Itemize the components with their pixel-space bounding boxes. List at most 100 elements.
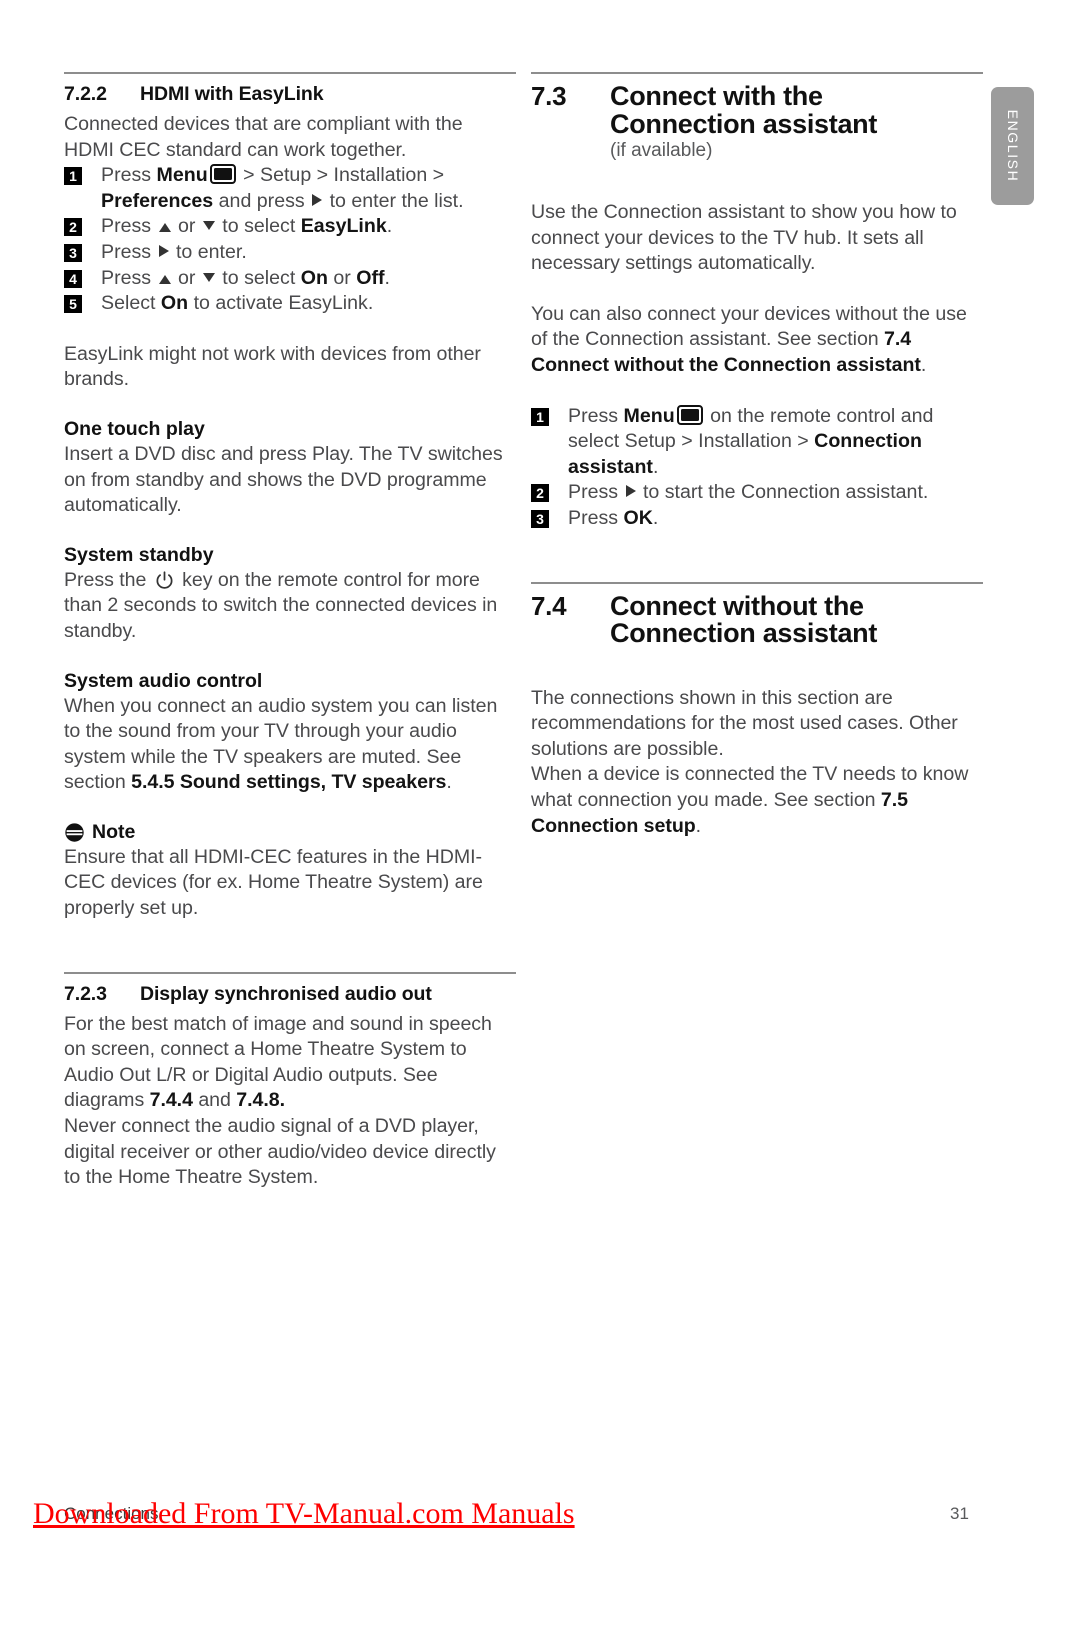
section-divider-723 xyxy=(64,971,516,974)
step-bold: On xyxy=(300,266,328,289)
step-badge: 3 xyxy=(531,510,549,528)
step-text: Press xyxy=(101,164,157,187)
heading-7-3: 7.3 Connect with the Connection assistan… xyxy=(531,81,983,139)
step-badge: 1 xyxy=(531,407,549,426)
paragraph-74-a: The connections shown in this section ar… xyxy=(531,686,958,760)
heading-title: Connect without the Connection assistant xyxy=(610,590,983,649)
step-text: to enter. xyxy=(170,240,247,263)
step-text: Press xyxy=(568,404,624,427)
paragraph-bold: Connect without the Connection assistant xyxy=(531,354,921,377)
list-item: 1 Press Menu on the remote control and se… xyxy=(531,404,983,481)
heading-title: HDMI with EasyLink xyxy=(140,83,324,105)
note-label: Note xyxy=(92,820,136,843)
arrow-up-icon xyxy=(158,223,171,233)
step-bold: On xyxy=(160,292,189,315)
heading-title-line1: Connect with the xyxy=(610,81,823,111)
note-header: Note xyxy=(64,821,516,844)
step-text: . xyxy=(652,455,659,478)
step-badge: 3 xyxy=(64,243,82,262)
paragraph-one-touch-play: Insert a DVD disc and press Play. The TV… xyxy=(64,442,503,517)
arrow-down-icon xyxy=(202,221,215,231)
subheading-system-audio-control: System audio control xyxy=(64,669,263,692)
heading-number: 7.3 xyxy=(531,81,567,111)
step-text: . xyxy=(384,266,390,289)
step-text: . xyxy=(386,215,393,238)
step-bold: Menu xyxy=(623,404,675,427)
left-column: 7.2.2 HDMI with EasyLink Connected devic… xyxy=(64,72,516,1191)
footer-page-number: 31 xyxy=(950,1504,969,1523)
note-icon xyxy=(65,823,84,842)
paragraph-73-b: You can also connect your devices withou… xyxy=(531,302,983,379)
subheading-system-standby: System standby xyxy=(64,543,214,566)
paragraph-722-intro: Connected devices that are compliant wit… xyxy=(64,113,463,161)
list-item: 1 Press Menu > Setup > Installation > Pre… xyxy=(64,163,516,214)
paragraph-text: and xyxy=(192,1089,237,1112)
arrow-right-icon xyxy=(625,485,636,498)
paragraph-text: . xyxy=(920,354,927,377)
step-badge: 1 xyxy=(64,167,82,186)
paragraph-bold: 7.4.8. xyxy=(236,1089,286,1112)
step-badge: 2 xyxy=(531,484,549,503)
section-divider-73 xyxy=(531,72,983,74)
paragraph-system-audio-control: When you connect an audio system you can… xyxy=(64,694,516,796)
step-text: Press xyxy=(101,266,157,289)
language-tab-label: ENGLISH xyxy=(1004,109,1021,183)
step-badge: 5 xyxy=(64,295,82,314)
heading-title-line1: Connect without the xyxy=(610,590,864,621)
heading-title: Connect with the Connection assistant xyxy=(610,81,983,139)
step-text: to start the Connection assistant. xyxy=(637,481,929,504)
step-text: to enter the list. xyxy=(324,189,464,212)
paragraph-bold: Connection setup xyxy=(531,814,696,837)
power-icon xyxy=(156,571,173,589)
step-text: or xyxy=(327,266,357,289)
heading-title-line2: Connection assistant xyxy=(610,618,878,649)
paragraph-723-b: Never connect the audio signal of a DVD … xyxy=(64,1115,496,1189)
watermark-text: Downloaded From TV-Manual.com Manuals xyxy=(33,1497,575,1530)
heading-subtitle-73: (if available) xyxy=(610,140,713,162)
step-text: Press xyxy=(568,507,624,529)
list-item: 4 Press or to select On or Off. xyxy=(64,266,516,292)
list-item: 5 Select On to activate EasyLink. xyxy=(64,291,516,317)
paragraph-723-a: For the best match of image and sound in… xyxy=(64,1012,516,1114)
list-item: 3 Press to enter. xyxy=(64,240,516,266)
step-text: to select xyxy=(216,215,301,238)
paragraph-bold: 5.4.5 Sound settings, TV speakers xyxy=(131,771,447,794)
paragraph-system-standby: Press the key on the remote control for … xyxy=(64,568,516,645)
paragraph-note-body: Ensure that all HDMI-CEC features in the… xyxy=(64,845,483,920)
heading-7-4: 7.4 Connect without the Connection assis… xyxy=(531,590,983,649)
steps-list-73: 1 Press Menu on the remote control and se… xyxy=(531,404,983,532)
step-text: Press xyxy=(101,215,157,238)
paragraph-easylink-brands: EasyLink might not work with devices fro… xyxy=(64,342,481,391)
heading-7-2-2: 7.2.2 HDMI with EasyLink xyxy=(64,83,516,106)
paragraph-74-b: When a device is connected the TV needs … xyxy=(531,762,983,839)
paragraph-text: Press the xyxy=(64,568,152,591)
step-text: . xyxy=(652,507,659,529)
step-badge: 2 xyxy=(64,218,82,237)
step-text: > Setup > Installation > xyxy=(237,164,445,187)
step-text: and press xyxy=(213,189,311,212)
step-text: to activate EasyLink. xyxy=(188,292,374,315)
step-text: Press xyxy=(568,481,624,504)
arrow-right-icon xyxy=(312,193,323,206)
step-text: to select xyxy=(216,266,301,289)
language-tab-english: ENGLISH xyxy=(991,87,1034,205)
heading-number: 7.2.2 xyxy=(64,83,107,105)
paragraph-text: . xyxy=(695,814,702,837)
list-item: 2 Press or to select EasyLink. xyxy=(64,214,516,240)
list-item: 3 Press OK. xyxy=(531,506,983,532)
menu-icon xyxy=(209,164,236,185)
heading-number: 7.2.3 xyxy=(64,982,107,1005)
heading-number: 7.4 xyxy=(531,590,567,621)
heading-title-line2: Connection assistant xyxy=(610,108,878,139)
step-badge: 4 xyxy=(64,269,82,288)
subheading-one-touch-play: One touch play xyxy=(64,417,205,440)
step-text: or xyxy=(172,266,201,289)
document-page: 7.2.2 HDMI with EasyLink Connected devic… xyxy=(0,0,1080,1627)
step-bold: EasyLink xyxy=(300,215,387,238)
paragraph-bold: 7.4 xyxy=(884,328,912,351)
menu-icon xyxy=(676,404,703,425)
arrow-up-icon xyxy=(158,274,171,284)
paragraph-text: . xyxy=(446,771,452,794)
step-text: Press xyxy=(101,240,157,263)
step-bold: Menu xyxy=(156,164,208,187)
